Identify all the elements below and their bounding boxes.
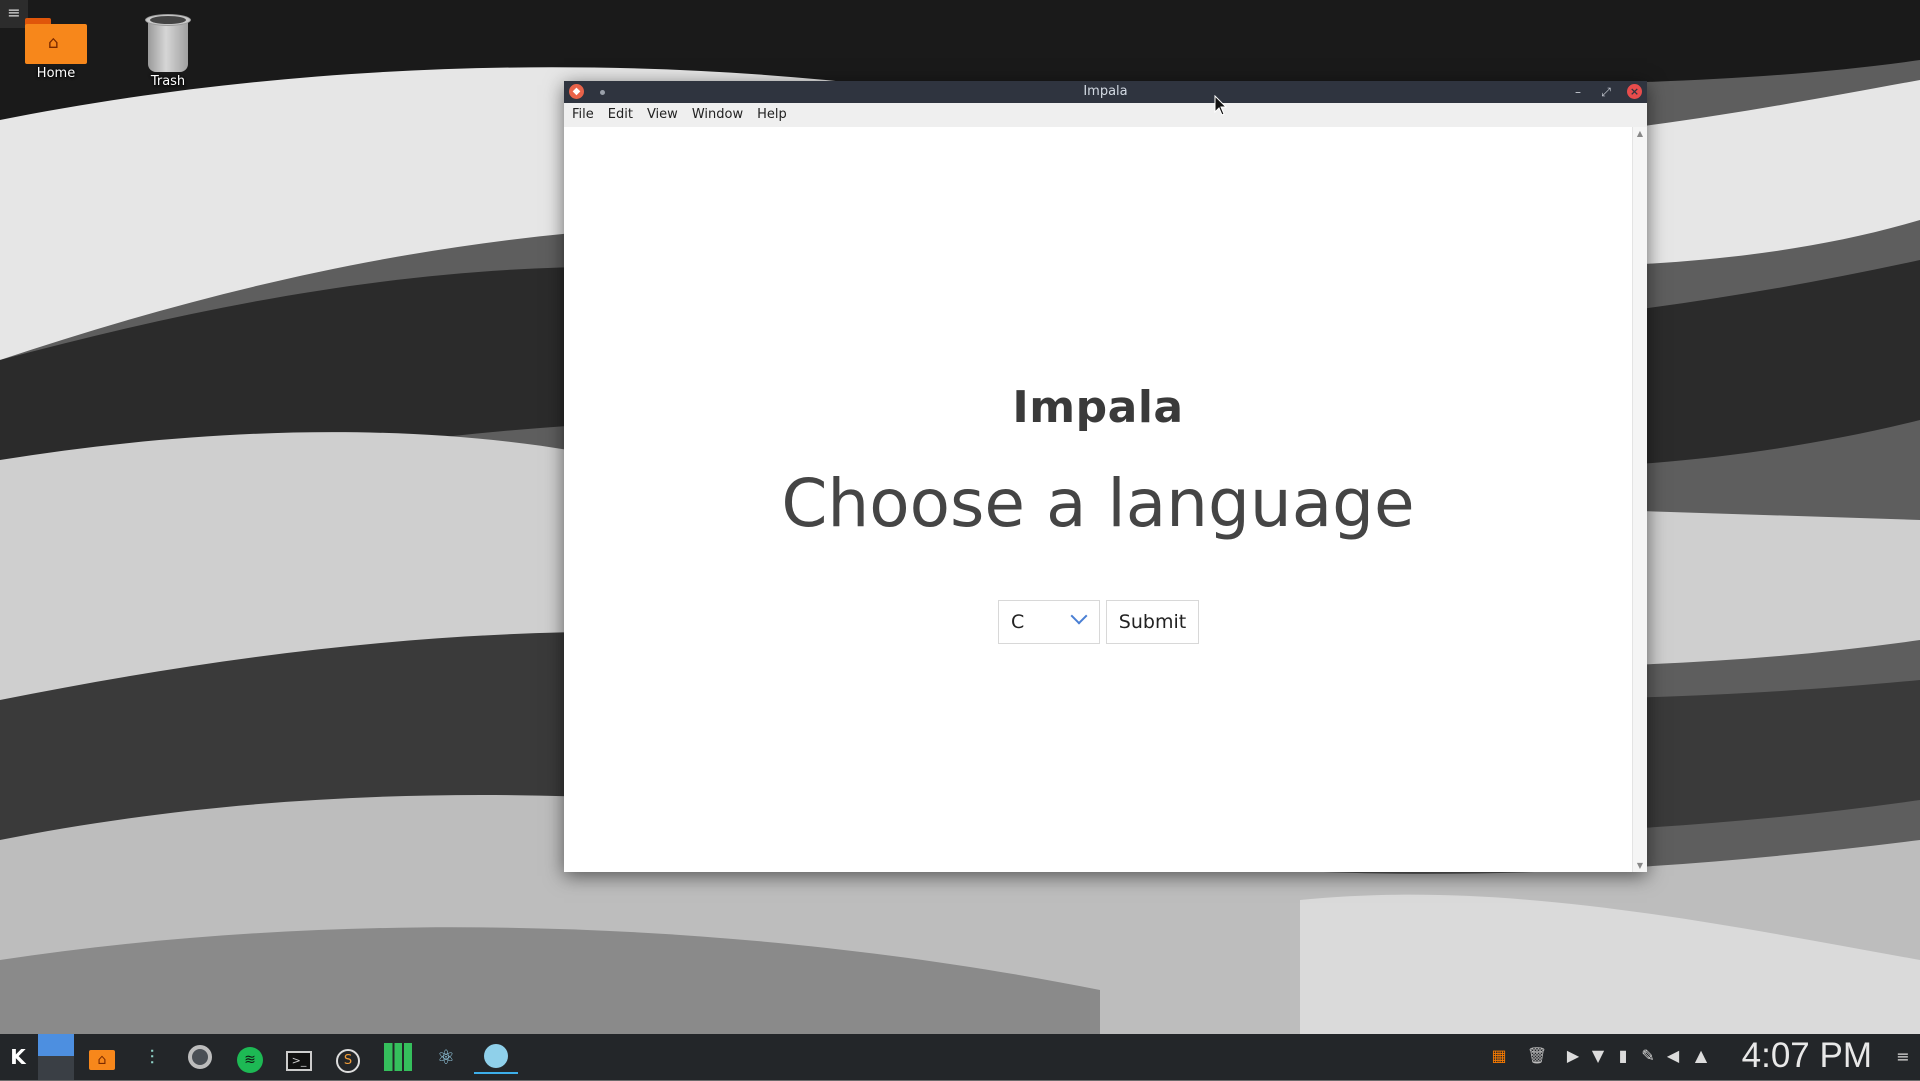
active-app-launcher[interactable]	[474, 1040, 518, 1074]
minimize-button[interactable]: –	[1569, 83, 1587, 101]
menu-edit[interactable]: Edit	[601, 103, 640, 127]
scroll-up-icon[interactable]: ▲	[1633, 129, 1647, 138]
web-content: Impala Choose a language C Submit	[564, 127, 1632, 872]
mixer-icon: ⫶	[149, 1045, 155, 1069]
terminal-icon: >_	[286, 1051, 312, 1071]
window-titlebar[interactable]: ◆ Impala – ⤢ ×	[564, 81, 1647, 103]
wifi-icon[interactable]: ▼	[1587, 1046, 1609, 1065]
menu-file[interactable]: File	[565, 103, 601, 127]
page-title: Impala	[1012, 382, 1184, 433]
spotify-launcher[interactable]: ≋	[232, 1040, 268, 1074]
spotify-icon: ≋	[237, 1047, 263, 1073]
manjaro-launcher[interactable]	[380, 1040, 416, 1074]
menu-bar: File Edit View Window Help	[564, 103, 1647, 127]
vlc-icon[interactable]: ▦	[1488, 1046, 1510, 1065]
file-manager-icon: ⌂	[89, 1050, 115, 1070]
chevron-down-icon	[1070, 607, 1088, 625]
vertical-scrollbar[interactable]: ▲ ▼	[1632, 127, 1647, 872]
mixer-launcher[interactable]: ⫶	[134, 1040, 170, 1074]
expand-tray-icon[interactable]: ▲	[1690, 1046, 1712, 1065]
kde-menu-icon[interactable]: K	[0, 1040, 36, 1074]
menu-help[interactable]: Help	[750, 103, 794, 127]
terminal-launcher[interactable]: >_	[281, 1040, 317, 1074]
maximize-button[interactable]: ⤢	[1597, 83, 1615, 101]
desktop-icon-label: Trash	[150, 74, 186, 89]
menu-window[interactable]: Window	[685, 103, 750, 127]
taskbar: K ⌂ ⫶ ≋ >_ S ⚛ ▦ 🗑 ▶ ▼ ▮ ✎ ◀ ▲ 4:07 PM ≡	[0, 1034, 1920, 1080]
desktop-icon-label: Home	[36, 66, 76, 81]
react-devtools-icon: ⚛	[437, 1045, 455, 1069]
language-select[interactable]: C	[998, 600, 1100, 644]
desktop-pager[interactable]	[38, 1034, 74, 1080]
trash-icon	[145, 14, 191, 72]
clock[interactable]: 4:07 PM	[1742, 1036, 1872, 1076]
sublime-launcher[interactable]: S	[330, 1040, 366, 1074]
manjaro-icon	[384, 1043, 412, 1071]
language-select-value: C	[1011, 611, 1025, 633]
window-title: Impala	[1083, 84, 1128, 99]
chrome-launcher[interactable]	[182, 1040, 218, 1074]
active-app-icon	[484, 1044, 508, 1068]
submit-button[interactable]: Submit	[1106, 600, 1199, 644]
scroll-down-icon[interactable]: ▼	[1633, 861, 1647, 870]
media-play-icon[interactable]: ▶	[1562, 1046, 1584, 1065]
maximize-icon: ⤢	[1601, 85, 1611, 99]
sublime-icon: S	[336, 1049, 360, 1073]
minimize-icon: –	[1575, 85, 1581, 99]
close-icon: ×	[1629, 85, 1640, 98]
desktop-icon-trash[interactable]: Trash	[118, 14, 218, 89]
panel-options-icon[interactable]: ≡	[1892, 1047, 1914, 1066]
desktop-icon-home[interactable]: ⌂ Home	[6, 18, 106, 81]
volume-icon[interactable]: ◀	[1662, 1046, 1684, 1065]
close-button[interactable]: ×	[1627, 84, 1642, 99]
page-subtitle: Choose a language	[781, 465, 1415, 542]
home-folder-icon: ⌂	[25, 18, 87, 64]
react-devtools-launcher[interactable]: ⚛	[428, 1040, 464, 1074]
battery-icon[interactable]: ▮	[1612, 1046, 1634, 1065]
app-window: ◆ Impala – ⤢ × File Edit View Window Help Im…	[564, 81, 1647, 872]
clipboard-icon[interactable]: ✎	[1637, 1046, 1659, 1065]
file-manager-launcher[interactable]: ⌂	[84, 1040, 120, 1074]
desktop-pager-icon	[38, 1034, 74, 1056]
trash-icon[interactable]: 🗑	[1526, 1046, 1548, 1065]
chrome-icon	[188, 1045, 212, 1069]
mouse-cursor-icon	[1214, 95, 1228, 116]
menu-view[interactable]: View	[640, 103, 685, 127]
